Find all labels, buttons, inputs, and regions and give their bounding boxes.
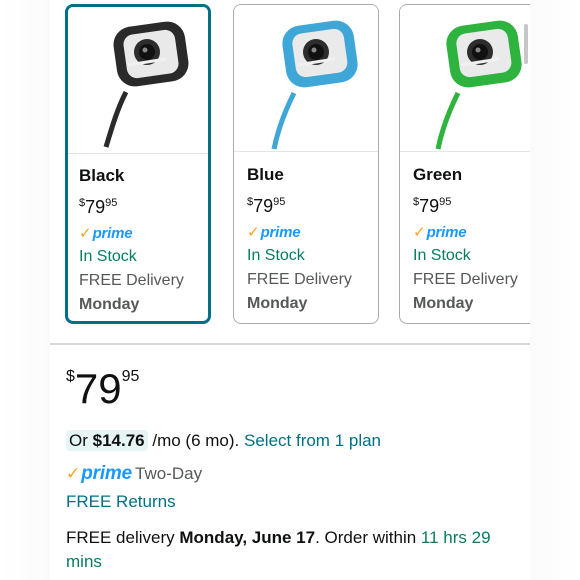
delivery-day: Monday: [79, 296, 140, 313]
variant-name: Black: [79, 166, 125, 185]
variant-image-black: [68, 7, 208, 154]
main-price: $7995: [66, 368, 139, 410]
prime-logo: prime: [81, 463, 132, 484]
page-margin-left: [0, 0, 50, 580]
price-whole: 79: [74, 365, 122, 412]
prime-shipping-text: Two-Day: [135, 464, 203, 483]
variant-card-green[interactable]: Green $7995 ✓ prime In Stock FREE Deliver…: [399, 4, 530, 324]
delivery-text: FREE Delivery: [413, 271, 518, 288]
webcam-image: [271, 20, 358, 150]
variant-price: $7995: [413, 196, 452, 216]
delivery-day: Monday: [247, 295, 308, 312]
prime-badge: ✓ prime: [79, 224, 133, 243]
price-currency: $: [66, 368, 75, 385]
variant-image-blue: [234, 5, 378, 152]
variant-card-blue[interactable]: Blue $7995 ✓ prime In Stock FREE Delivery…: [233, 4, 379, 324]
delivery-text: FREE Delivery: [247, 271, 352, 288]
carousel-scrollbar[interactable]: [524, 24, 528, 64]
section-divider: [50, 343, 530, 345]
prime-badge: ✓ prime: [413, 223, 467, 242]
stock-status: In Stock: [247, 247, 305, 264]
delivery-text: FREE Delivery: [79, 272, 184, 289]
monthly-amount-pill: Or $14.76: [66, 430, 148, 451]
delivery-date: Monday, June 17: [179, 528, 316, 547]
delivery-day: Monday: [413, 295, 474, 312]
price-fraction: 95: [121, 368, 140, 385]
variant-name: Blue: [247, 165, 284, 184]
variant-card-black[interactable]: Black $7995 ✓ prime In Stock FREE Deliver…: [65, 4, 211, 324]
select-plan-link[interactable]: Select from 1 plan: [244, 431, 381, 450]
variant-price: $7995: [247, 196, 286, 216]
stock-status: In Stock: [79, 248, 137, 265]
prime-check-icon: ✓: [66, 464, 81, 483]
prime-check-icon: ✓: [413, 224, 426, 241]
page-margin-right: [530, 0, 580, 580]
variant-price: $7995: [79, 197, 118, 217]
variant-name: Green: [413, 165, 463, 184]
prime-check-icon: ✓: [79, 225, 92, 242]
prime-shipping: ✓ prime Two-Day: [66, 463, 202, 485]
stock-status: In Stock: [413, 247, 471, 264]
monthly-suffix: /mo (6 mo).: [152, 431, 240, 450]
delivery-info: FREE delivery Monday, June 17. Order wit…: [66, 528, 491, 571]
monthly-payment: Or $14.76 /mo (6 mo). Select from 1 plan: [66, 430, 381, 452]
variant-image-green: [400, 5, 530, 152]
prime-badge: ✓ prime: [247, 223, 301, 242]
webcam-image: [103, 21, 189, 148]
free-returns-link[interactable]: FREE Returns: [66, 491, 176, 513]
prime-check-icon: ✓: [247, 224, 260, 241]
webcam-image: [435, 20, 522, 150]
